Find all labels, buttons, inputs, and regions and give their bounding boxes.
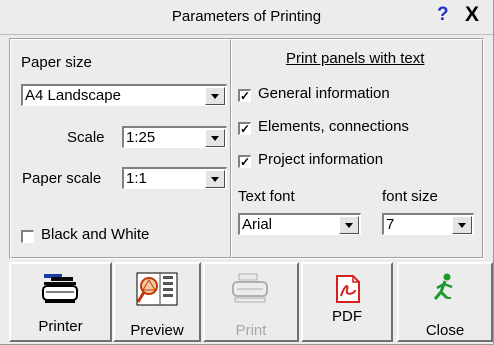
preview-button[interactable]: Preview [113, 262, 201, 342]
help-icon[interactable]: ? [437, 4, 449, 26]
pdf-button[interactable]: PDF [301, 262, 393, 342]
printer-button-label: Printer [38, 318, 83, 335]
chevron-down-icon[interactable] [452, 216, 472, 234]
print-dialog: Parameters of Printing ? X Paper size A4… [0, 0, 494, 345]
paper-size-select[interactable]: A4 Landscape [21, 84, 227, 106]
elements-connections-checkbox[interactable]: ✓ [238, 122, 251, 135]
elements-connections-label[interactable]: Elements, connections [258, 118, 409, 135]
black-white-label[interactable]: Black and White [41, 226, 149, 243]
pdf-icon [336, 275, 360, 303]
chevron-down-icon[interactable] [205, 170, 225, 188]
paper-panel: Paper size A4 Landscape Scale 1:25 Paper… [10, 39, 231, 258]
paper-scale-label: Paper scale [22, 170, 102, 187]
scale-label: Scale [67, 129, 105, 146]
print-button[interactable]: Print [203, 262, 299, 342]
text-font-select[interactable]: Arial [238, 213, 361, 235]
text-panel: Print panels with text ✓ General informa… [231, 39, 483, 258]
font-size-label: font size [382, 188, 438, 205]
print-icon [232, 273, 268, 303]
font-size-select[interactable]: 7 [382, 213, 474, 235]
general-info-label[interactable]: General information [258, 85, 390, 102]
print-button-label: Print [235, 322, 267, 339]
dialog-title: Parameters of Printing [171, 8, 322, 25]
project-info-label[interactable]: Project information [258, 151, 383, 168]
close-button[interactable]: Close [397, 262, 493, 342]
close-button-label: Close [425, 322, 465, 339]
general-info-checkbox[interactable]: ✓ [238, 89, 251, 102]
chevron-down-icon[interactable] [205, 87, 225, 105]
chevron-down-icon[interactable] [205, 129, 225, 147]
font-size-value: 7 [386, 216, 395, 233]
printer-button[interactable]: Printer [9, 262, 112, 342]
paper-size-value: A4 Landscape [25, 87, 121, 104]
paper-scale-select[interactable]: 1:1 [122, 167, 227, 189]
printer-icon [42, 274, 78, 303]
title-bar: Parameters of Printing ? X [0, 0, 493, 35]
preview-button-label: Preview [130, 322, 184, 339]
preview-icon [136, 272, 178, 306]
text-font-label: Text font [238, 188, 295, 205]
exit-icon [433, 273, 453, 300]
paper-scale-value: 1:1 [126, 170, 147, 187]
paper-size-label: Paper size [21, 54, 92, 71]
pdf-button-label: PDF [332, 308, 362, 325]
text-font-value: Arial [242, 216, 273, 233]
scale-select[interactable]: 1:25 [122, 126, 227, 148]
close-icon[interactable]: X [465, 3, 479, 27]
black-white-checkbox[interactable] [21, 230, 34, 243]
project-info-checkbox[interactable]: ✓ [238, 155, 251, 168]
text-panel-heading: Print panels with text [286, 50, 425, 67]
chevron-down-icon[interactable] [339, 216, 359, 234]
scale-value: 1:25 [126, 129, 156, 146]
